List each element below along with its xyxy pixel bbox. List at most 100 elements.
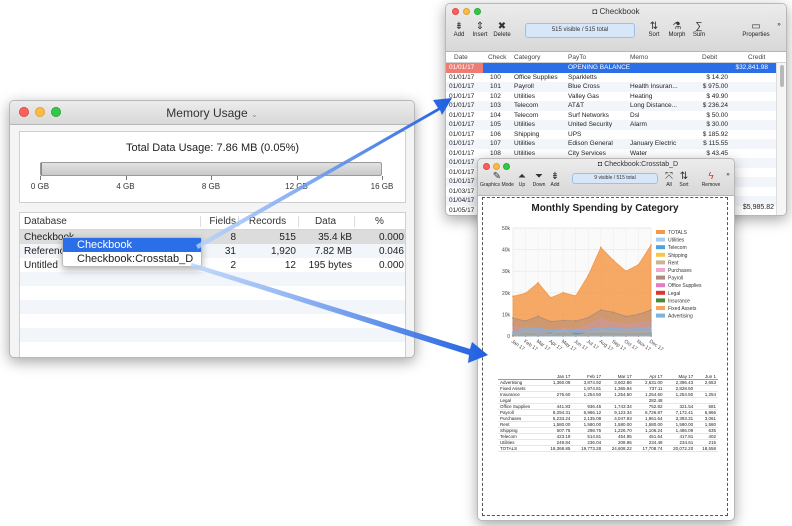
scrollbar[interactable] [776,63,786,215]
menu-item-crosstab[interactable]: Checkbook:Crosstab_D [63,252,201,266]
properties-button[interactable]: ▭ Properties [740,21,772,38]
table-row[interactable] [20,272,405,286]
table-row[interactable]: 01/01/17 106 Shipping UPS $ 185.92 [446,130,776,140]
close-button[interactable] [483,163,490,170]
minimize-button[interactable] [493,163,500,170]
chevron-down-icon[interactable]: ⌄ [251,110,258,119]
table-row[interactable] [20,328,405,342]
table-row[interactable]: 01/01/17 102 Utilities Valley Gas Heating $ 4… [446,92,776,102]
data-point [625,270,627,273]
up-arrow-icon: ⏶ [518,171,526,182]
table-row[interactable] [20,286,405,300]
insert-button[interactable]: ⇕ Insert [470,21,490,38]
up-button[interactable]: ⏶ Up [516,171,528,188]
sort-icon: ⇅ [649,21,659,32]
record-count-status: 9 visible / 515 total [572,173,658,184]
cell: Shipping [514,130,540,138]
cell: 01/01/17 [449,149,475,157]
overflow-chevron-icon[interactable]: » [724,172,732,178]
legend-label: TOTALS [668,230,688,236]
cell: $ 185.92 [702,130,728,138]
legend-label: Purchases [668,268,692,274]
table-row[interactable]: 01/01/17 107 Utilities Edison General Januar… [446,139,776,149]
sort-button[interactable]: ⇅ Sort [678,171,690,188]
legend-swatch [656,283,665,288]
table-row[interactable]: 01/01/17 103 Telecom AT&T Long Distance... $ … [446,101,776,111]
col-pct[interactable]: % [354,216,404,227]
checkbook-header: Date Check Category PayTo Memo Debit Cre… [446,52,786,63]
legend-label: Office Supplies [668,283,702,289]
sort-button[interactable]: ⇅ Sort [645,21,663,38]
overflow-chevron-icon[interactable]: » [774,22,784,28]
cell: 0.046 [378,246,404,257]
table-row[interactable] [20,342,405,356]
delete-button[interactable]: ✖ Delete [491,21,513,38]
database-table[interactable]: Database Fields Records Data % Checkbook… [19,212,406,357]
col-records[interactable]: Records [238,216,296,227]
col-credit[interactable]: Credit [748,54,765,61]
cell: 102 [490,92,501,100]
col-fields[interactable]: Fields [200,216,236,227]
data-point [637,327,640,330]
col-memo[interactable]: Memo [630,54,648,61]
all-button[interactable]: ⤧ All [664,171,674,188]
cell: Utilities [514,92,535,100]
table-row[interactable]: 01/01/17 104 Telecom Surf Networks Dsl $ 50.0… [446,111,776,121]
add-button[interactable]: ⇟ Add [450,21,468,38]
data-point [562,291,565,294]
scroll-thumb[interactable] [780,65,784,87]
down-button[interactable]: ⏷ Down [531,171,547,188]
col-database[interactable]: Database [24,216,67,227]
col-data[interactable]: Data [298,216,352,227]
gauge-tick [125,176,127,180]
cell: 20,072.20 [664,445,696,453]
cell: 18,558 [695,445,718,453]
add-record-icon: ⇟ [550,171,560,182]
col-category[interactable]: Category [514,54,540,61]
table-row[interactable]: 01/01/17 100 Office Supplies Sparkletts $ 14… [446,73,776,83]
table-row[interactable] [20,300,405,314]
zoom-button[interactable] [503,163,510,170]
col-check[interactable]: Check [488,54,506,61]
legend-swatch [656,260,665,265]
data-point [549,296,552,299]
col-payto[interactable]: PayTo [568,54,586,61]
cell: Dsl [630,111,640,119]
gauge-label: 4 GB [116,182,135,191]
table-row[interactable]: 01/01/17 101 Payroll Blue Cross Health Insur… [446,82,776,92]
data-point [650,326,652,328]
cell: Edison General [568,140,613,147]
data-point [599,309,602,311]
legend-swatch [656,252,665,257]
cell: $ 43.45 [706,149,728,157]
cell: Office Supplies [514,73,558,81]
cell: 01/01/17 [449,159,475,166]
cell: 2 [230,260,236,271]
add-record-icon: ⇟ [454,21,464,32]
graphics-mode-button[interactable]: ✎ Graphics Mode [480,171,514,188]
col-debit[interactable]: Debit [702,54,717,61]
gauge-label: 0 GB [30,182,50,191]
legend-label: Advertising [668,314,693,320]
insert-icon: ⇕ [475,21,485,32]
legend-label: Insurance [668,298,690,304]
delete-icon: ✖ [497,21,507,32]
table-row[interactable]: 01/01/17 108 Utilities City Services Water $ … [446,149,776,159]
table-row[interactable]: 01/01/17 105 Utilities United Security Alarm… [446,120,776,130]
data-point [599,326,602,329]
cell: Valley Gas [568,92,599,100]
cell: 104 [490,111,501,119]
crosstab-window: ◘ Checkbook:Crosstab_D ✎ Graphics Mode ⏶ U… [477,158,735,521]
table-row[interactable] [20,314,405,328]
down-arrow-icon: ⏷ [535,171,543,182]
morph-button[interactable]: ⚗ Morph [666,21,688,38]
remove-button[interactable]: ϟ Remove [700,171,722,188]
menu-item-checkbook[interactable]: Checkbook [63,238,201,252]
add-button[interactable]: ⇟ Add [549,171,561,188]
cell: 01/01/17 [449,73,475,81]
record-count-status: 515 visible / 515 total [525,23,635,38]
table-row[interactable]: 01/01/17 OPENING BALANCE $32,841.98 [446,63,776,73]
col-date[interactable]: Date [454,54,468,61]
sum-button[interactable]: ∑ Sum [690,21,708,38]
legend-swatch [656,245,665,250]
